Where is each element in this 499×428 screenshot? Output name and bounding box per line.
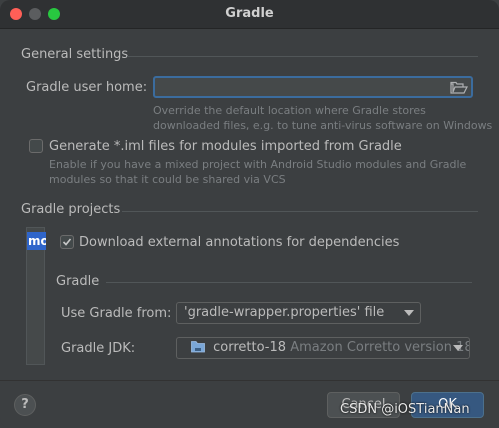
gradle-jdk-value: corretto-18	[213, 340, 287, 355]
gradle-user-home-label: Gradle user home:	[26, 80, 148, 95]
gradle-subsection-title: Gradle	[56, 274, 100, 289]
gradle-user-home-field[interactable]	[153, 76, 473, 98]
gradle-settings-dialog: Gradle General settings Gradle user home…	[0, 0, 499, 428]
gradle-jdk-label: Gradle JDK:	[61, 341, 136, 356]
use-gradle-from-dropdown[interactable]: 'gradle-wrapper.properties' file	[176, 302, 421, 324]
window-title: Gradle	[225, 6, 274, 21]
gradle-projects-separator	[122, 211, 478, 212]
download-annotations-label[interactable]: Download external annotations for depend…	[79, 235, 399, 250]
gradle-projects-title: Gradle projects	[21, 202, 121, 217]
watermark: CSDN @iOSTianNan	[340, 402, 470, 417]
help-button[interactable]: ?	[14, 394, 36, 416]
gradle-user-home-input[interactable]	[155, 78, 449, 96]
general-settings-title: General settings	[21, 47, 129, 62]
download-annotations-checkbox[interactable]	[60, 235, 74, 249]
use-gradle-from-value: 'gradle-wrapper.properties' file	[184, 305, 385, 320]
chevron-down-icon	[453, 345, 463, 351]
jdk-folder-icon	[191, 341, 205, 353]
projects-list[interactable]: mo	[26, 227, 46, 365]
gradle-user-home-hint-1: Override the default location where Grad…	[153, 104, 426, 117]
generate-iml-checkbox[interactable]	[29, 139, 43, 153]
checkmark-icon	[62, 238, 72, 246]
gradle-subsection-separator	[106, 282, 472, 283]
footer-separator	[0, 380, 499, 381]
use-gradle-from-label: Use Gradle from:	[61, 306, 172, 321]
general-settings-separator	[127, 56, 478, 57]
generate-iml-hint-1: Enable if you have a mixed project with …	[49, 158, 467, 171]
title-bar: Gradle	[0, 0, 499, 29]
project-list-item[interactable]: mo	[27, 232, 46, 250]
chevron-down-icon	[404, 310, 414, 316]
generate-iml-hint-2: modules so that it could be shared via V…	[49, 173, 286, 186]
generate-iml-label[interactable]: Generate *.iml files for modules importe…	[49, 139, 402, 154]
gradle-jdk-detail: Amazon Corretto version 18	[290, 340, 470, 355]
gradle-jdk-dropdown[interactable]: corretto-18 Amazon Corretto version 18	[176, 337, 470, 359]
folder-icon[interactable]	[450, 80, 468, 94]
gradle-user-home-hint-2: downloaded files, e.g. to tune anti-viru…	[153, 119, 493, 132]
